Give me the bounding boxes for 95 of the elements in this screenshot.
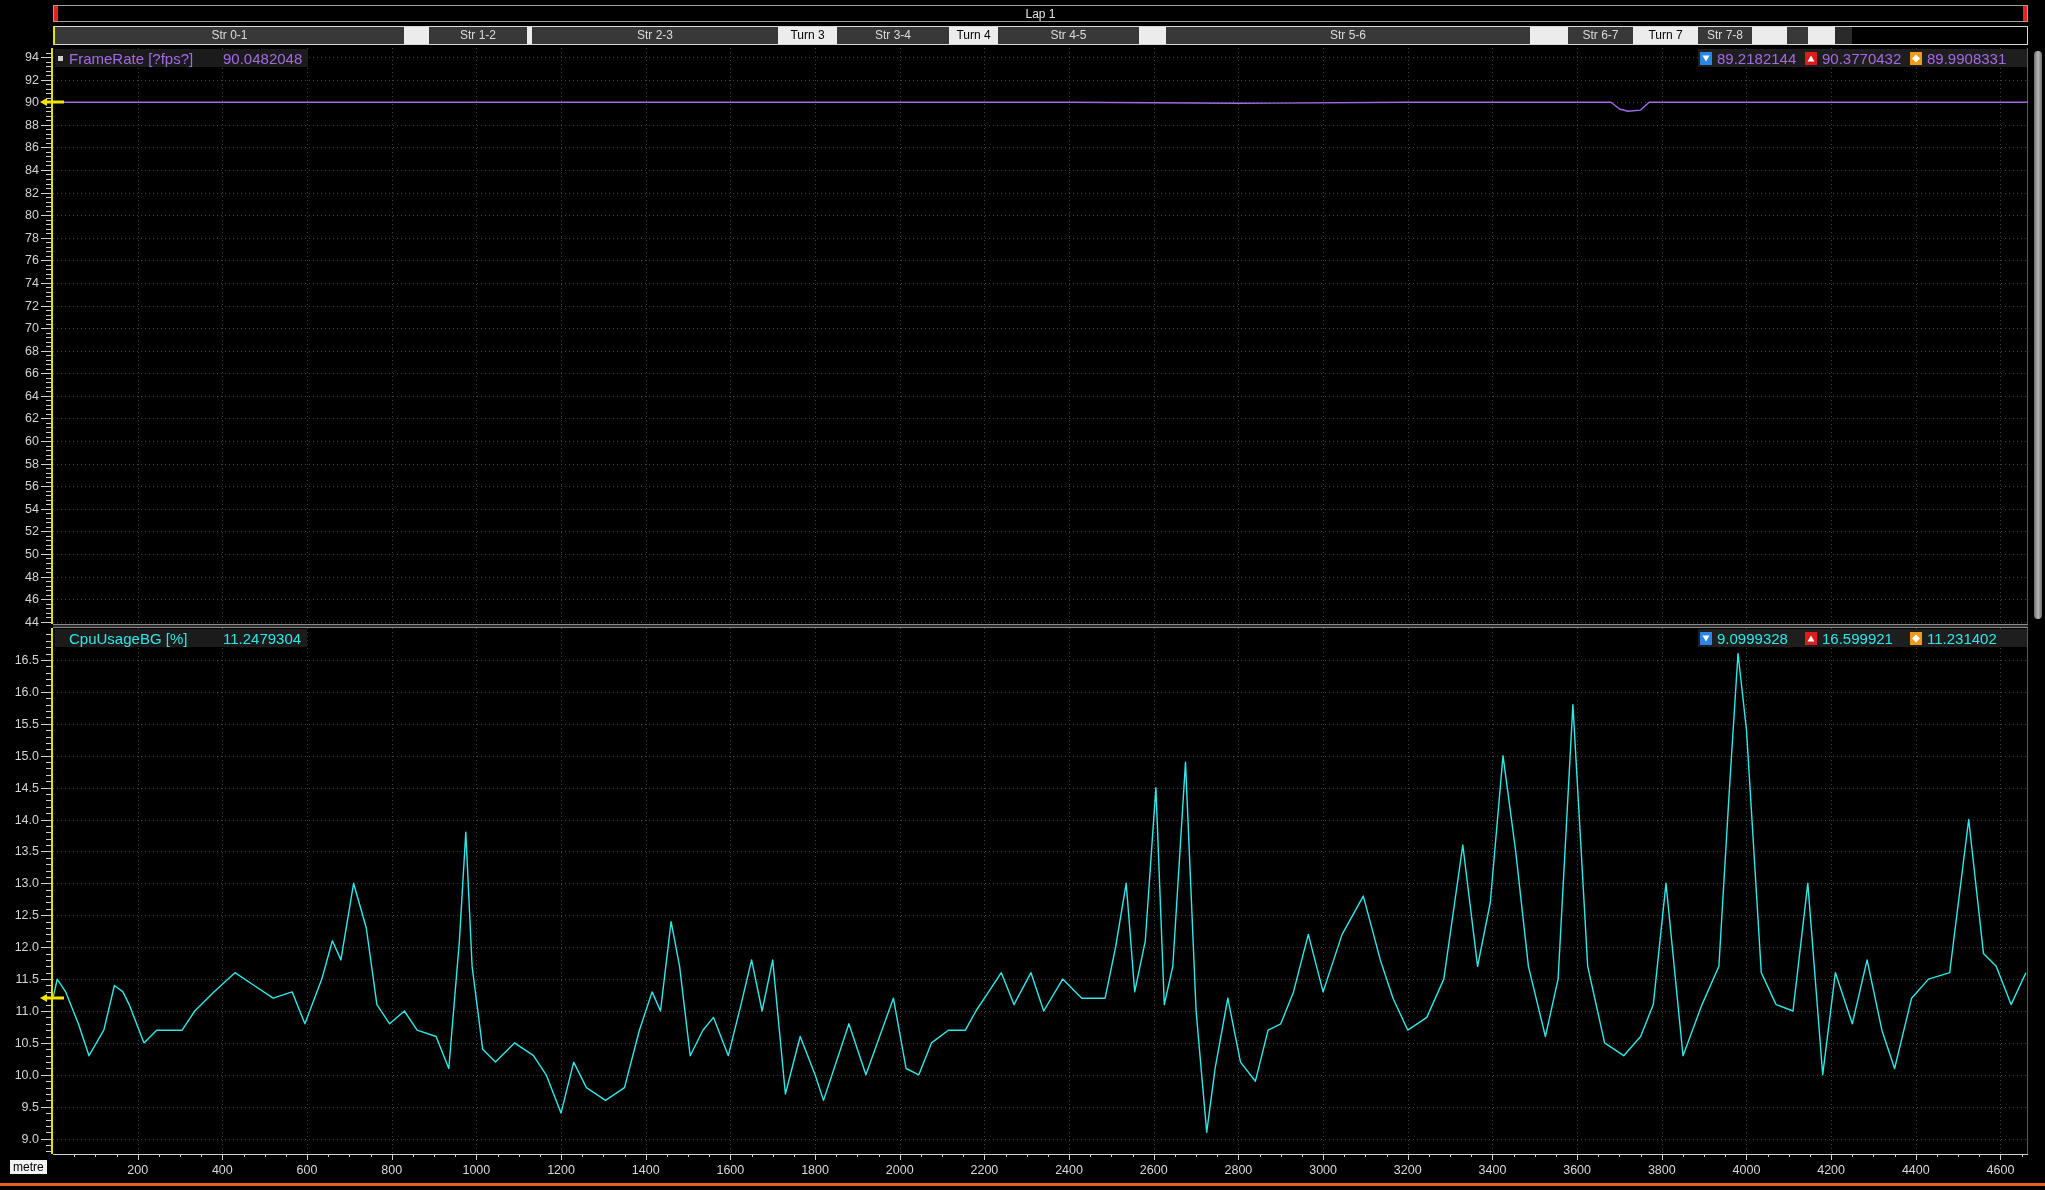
track-segment: Str 5-6: [1166, 27, 1530, 44]
y-tick-label: 74: [25, 275, 39, 290]
x-tick-label: 2200: [970, 1163, 999, 1177]
y-tick-label: 9.5: [21, 1099, 39, 1114]
track-segment: Turn 3: [778, 27, 837, 44]
y-tick-label: 52: [25, 524, 39, 539]
x-tick-label: 1000: [462, 1163, 491, 1177]
y-tick-label: 80: [25, 208, 39, 223]
series-name-label: FrameRate [?fps?]: [69, 49, 194, 67]
cursor-value-label: 90.0482048: [223, 49, 303, 67]
y-tick-label: 86: [25, 140, 39, 155]
y-tick-label: 72: [25, 298, 39, 313]
y-tick-label: 48: [25, 569, 39, 584]
y-tick-label: 46: [25, 592, 39, 607]
track-segment: Turn 4: [949, 27, 998, 44]
y-tick-label: 10.0: [14, 1067, 39, 1082]
x-tick-label: 600: [296, 1163, 318, 1177]
y-tick-label: 54: [25, 501, 39, 516]
x-tick-label: 3000: [1309, 1163, 1337, 1177]
x-tick-label: 2000: [885, 1163, 914, 1177]
track-segment: Str 4-5: [998, 27, 1139, 44]
track-segment: Str 0-1: [55, 27, 404, 44]
y-tick-label: 15.5: [14, 716, 39, 731]
stat-value-label: 90.3770432: [1822, 49, 1902, 67]
track-segment: Str 1-2: [429, 27, 527, 44]
x-tick-label: 1800: [801, 1163, 829, 1177]
y-tick-label: 16.5: [14, 652, 39, 667]
stat-value-label: 89.9908331: [1927, 49, 2007, 67]
y-tick-label: 76: [25, 253, 39, 268]
cursor-marker-icon: [40, 98, 64, 107]
x-tick-label: 1200: [547, 1163, 575, 1177]
y-tick-label: 50: [25, 547, 39, 561]
diamond-icon: [1910, 51, 1922, 65]
y-tick-label: 44: [25, 614, 39, 629]
lap-marker-icon: [2023, 6, 2027, 21]
scrollbar-thumb[interactable]: [2034, 51, 2042, 619]
x-tick-label: 2800: [1224, 1163, 1253, 1177]
x-tick-label: 400: [211, 1163, 233, 1177]
cursor-marker-icon: [40, 994, 64, 1003]
x-tick-label: 3400: [1478, 1163, 1507, 1177]
y-tick-label: 66: [25, 366, 39, 381]
y-tick-label: 11.0: [15, 1004, 39, 1018]
y-tick-label: 90: [25, 95, 39, 110]
y-tick-label: 92: [25, 72, 39, 87]
x-tick-label: 1600: [716, 1163, 745, 1177]
y-tick-label: 88: [25, 117, 39, 132]
y-tick-label: 9.0: [21, 1131, 39, 1146]
y-tick-label: 70: [25, 321, 39, 336]
x-tick-label: 1400: [631, 1163, 660, 1177]
y-tick-label: 13.0: [14, 876, 39, 891]
stat-value-label: 16.599921: [1822, 629, 1893, 647]
y-tick-label: 12.5: [14, 908, 39, 923]
y-tick-label: 10.5: [14, 1035, 39, 1050]
y-tick-label: 15.0: [14, 748, 39, 763]
track-segment: Str 7-8: [1698, 27, 1752, 44]
y-tick-label: 78: [25, 230, 39, 245]
y-tick-label: 14.5: [14, 780, 39, 795]
diamond-icon: [1910, 631, 1922, 645]
series-name-label: CpuUsageBG [%]: [69, 629, 188, 647]
y-tick-label: 64: [25, 388, 39, 403]
x-tick-label: 3600: [1563, 1163, 1591, 1177]
x-tick-label: 4000: [1732, 1163, 1761, 1177]
y-tick-label: 60: [25, 434, 39, 449]
y-tick-label: 12.0: [14, 940, 39, 955]
y-tick-label: 13.5: [14, 844, 39, 859]
track-segment: Turn 7: [1633, 27, 1698, 44]
track-segment: Str 6-7: [1568, 27, 1633, 44]
stat-value-label: 89.2182144: [1717, 49, 1797, 67]
x-tick-label: 2400: [1055, 1163, 1083, 1177]
y-tick-label: 11.5: [15, 972, 39, 987]
y-tick-label: 82: [25, 185, 39, 200]
y-tick-label: 94: [25, 50, 39, 65]
y-tick-label: 14.0: [14, 812, 39, 827]
x-tick-label: 4200: [1817, 1163, 1846, 1177]
x-tick-label: 3800: [1647, 1163, 1676, 1177]
y-tick-label: 16.0: [14, 684, 39, 699]
track-segment: Str 3-4: [837, 27, 949, 44]
lap-marker-icon: [54, 6, 58, 21]
x-tick-label: 4600: [1986, 1163, 2015, 1177]
x-tick-label: 2600: [1139, 1163, 1168, 1177]
cursor-value-label: 11.2479304: [223, 629, 302, 647]
x-tick-label: 800: [381, 1163, 403, 1177]
y-tick-label: 84: [25, 163, 39, 177]
y-tick-label: 56: [25, 479, 39, 494]
y-tick-label: 62: [25, 411, 39, 426]
x-tick-label: 200: [127, 1163, 149, 1177]
y-tick-label: 58: [25, 456, 39, 471]
y-tick-label: 68: [25, 343, 39, 358]
lap-label: Lap 1: [1025, 6, 1056, 21]
x-tick-label: 3200: [1393, 1163, 1422, 1177]
x-tick-label: 4400: [1901, 1163, 1930, 1177]
track-segment: Str 2-3: [532, 27, 778, 44]
axis-unit-label: metre: [10, 1160, 47, 1174]
stat-value-label: 11.231402: [1927, 629, 1997, 647]
stat-value-label: 9.0999328: [1717, 629, 1788, 647]
